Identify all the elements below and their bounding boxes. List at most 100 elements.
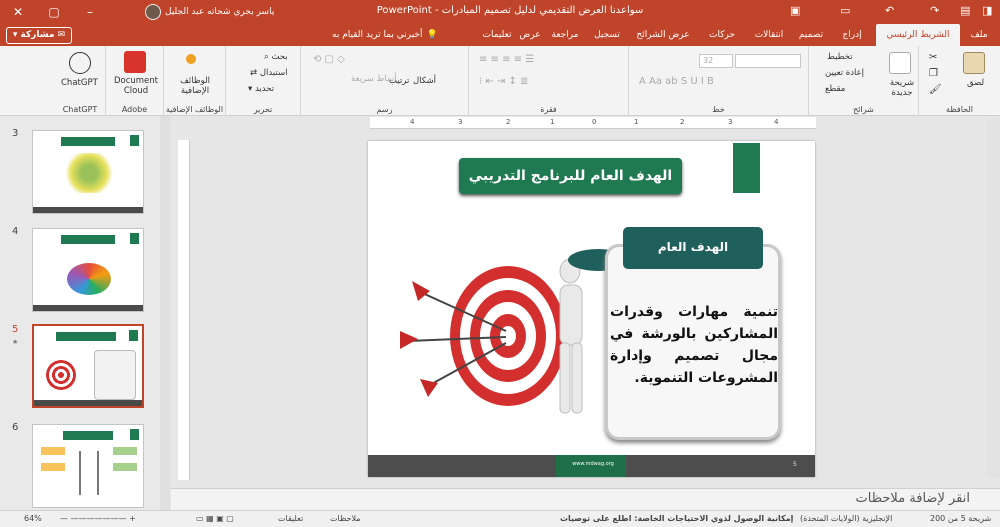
tab-slideshow[interactable]: عرض الشرائح: [628, 24, 698, 46]
tell-me-label: أخبرني بما تريد القيام به: [332, 30, 423, 40]
paragraph-align-icons[interactable]: ≡ ≡ ≡ ≡ ☰: [479, 54, 534, 65]
group-paragraph: ≡ ≡ ≡ ≡ ☰ ⁝ ⇤ ⇥ ↕ ≣ فقرة: [468, 46, 628, 116]
start-slideshow-icon[interactable]: ▣: [790, 4, 800, 17]
accessibility-status[interactable]: إمكانية الوصول لذوي الاحتياجات الخاصة: ا…: [560, 514, 793, 523]
slide-footer: www.mdwag.org 5: [368, 455, 815, 477]
open-folder-icon[interactable]: ▭: [840, 4, 850, 17]
ruler-tick: 2: [506, 118, 511, 126]
font-name-box[interactable]: [735, 54, 801, 68]
notes-pane[interactable]: انقر لإضافة ملاحظات: [171, 488, 1000, 510]
close-icon[interactable]: ✕: [0, 0, 36, 24]
tab-file[interactable]: ملف: [962, 24, 996, 46]
ruler-tick: 3: [728, 118, 733, 126]
current-slide[interactable]: الهدف العام للبرنامج التدريبي الهدف العا…: [368, 141, 815, 477]
slide-thumbnail-pane[interactable]: 3 4 5 ★ 6: [0, 116, 170, 510]
minimize-icon[interactable]: –: [72, 0, 108, 24]
redo-icon[interactable]: ↷: [930, 4, 939, 17]
maximize-icon[interactable]: ▢: [36, 0, 72, 24]
notes-button[interactable]: ملاحظات: [330, 514, 361, 523]
thumb-title-bar: [56, 332, 116, 341]
vertical-ruler: [178, 140, 190, 480]
tab-design[interactable]: تصميم: [792, 24, 830, 46]
paste-button[interactable]: لصق: [967, 78, 984, 88]
arrange-button[interactable]: ترتيب: [389, 76, 409, 86]
format-painter-icon[interactable]: 🖌: [929, 84, 942, 95]
thumb-number: 5: [12, 324, 19, 335]
new-slide-button[interactable]: شريحة جديدة: [885, 78, 919, 98]
thumb-number: 3: [12, 128, 19, 139]
copy-icon[interactable]: ❐: [929, 68, 938, 79]
thumbnail-scrollbar[interactable]: [160, 116, 170, 510]
group-label-slides: شرائح: [853, 105, 874, 114]
puzzle-body-text[interactable]: تنمية مهارات وقدرات المشاركين بالورشة في…: [610, 301, 778, 389]
editor-scrollbar[interactable]: [987, 118, 1000, 478]
shape-effects-icon[interactable]: ⟲ ▢ ◇: [313, 54, 345, 65]
language-status[interactable]: الإنجليزية (الولايات المتحدة): [800, 514, 892, 523]
group-font: 32 A Aa ab S U I B خط: [628, 46, 808, 116]
zoom-slider[interactable]: — ——————— +: [60, 514, 136, 523]
ribbon-tabs: ▾ مشاركة ✉ أخبرني بما تريد القيام به 💡 ت…: [0, 24, 1000, 46]
tab-review[interactable]: مراجعة: [544, 24, 586, 46]
thumb-arrows-image: [67, 263, 111, 295]
slide-title[interactable]: الهدف العام للبرنامج التدريبي: [459, 158, 682, 194]
tab-record[interactable]: تسجيل: [586, 24, 628, 46]
tab-view[interactable]: عرض: [516, 24, 544, 46]
thumb-title-bar: [61, 235, 115, 244]
user-account[interactable]: ياسر بحري شحاته عبد الجليل: [145, 4, 274, 20]
save-icon[interactable]: ▤: [960, 4, 970, 17]
tab-home[interactable]: الشريط الرئيسي: [876, 24, 960, 46]
tab-animations[interactable]: حركات: [698, 24, 746, 46]
font-format-icons[interactable]: A Aa ab S U I B: [639, 76, 714, 87]
select-button[interactable]: ▾ تحديد: [248, 84, 274, 94]
dart-target: [450, 266, 566, 406]
tell-me-search[interactable]: أخبرني بما تريد القيام به 💡: [332, 24, 438, 46]
font-size-box[interactable]: 32: [699, 54, 733, 68]
paste-icon: [963, 52, 985, 74]
footer-page-number: 5: [793, 461, 797, 468]
puzzle-heading[interactable]: الهدف العام: [623, 227, 763, 269]
user-name: ياسر بحري شحاته عبد الجليل: [165, 7, 275, 17]
chatgpt-button[interactable]: ChatGPT: [61, 78, 98, 88]
notes-placeholder: انقر لإضافة ملاحظات: [855, 491, 970, 506]
tab-help[interactable]: تعليمات: [478, 24, 516, 46]
paragraph-list-icons[interactable]: ⁝ ⇤ ⇥ ↕ ≣: [479, 76, 528, 87]
view-buttons[interactable]: ▭ ▦ ▣ ▢: [196, 514, 234, 523]
autosave-icon[interactable]: ◨: [982, 4, 992, 17]
chatgpt-icon: [69, 52, 91, 74]
shapes-button[interactable]: أشكال: [413, 76, 436, 86]
section-button[interactable]: مقطع: [825, 84, 845, 94]
reset-button[interactable]: إعادة تعيين: [825, 68, 864, 78]
layout-button[interactable]: تخطيط: [827, 52, 852, 62]
share-button[interactable]: ▾ مشاركة ✉: [6, 27, 72, 44]
document-cloud-button[interactable]: Document Cloud: [112, 76, 160, 96]
ruler-tick: 4: [410, 118, 415, 126]
thumbnail-slide-3[interactable]: [32, 130, 144, 214]
thumb-box: [41, 463, 65, 471]
group-adobe: Document Cloud Adobe: [105, 46, 163, 116]
ruler-tick: 3: [458, 118, 463, 126]
cut-icon[interactable]: ✂: [929, 52, 937, 63]
thumb-box: [113, 447, 137, 455]
undo-icon[interactable]: ↶: [885, 4, 894, 17]
zoom-level[interactable]: 64%: [24, 514, 42, 523]
tab-insert[interactable]: إدراج: [830, 24, 874, 46]
group-addins: الوظائف الإضافية الوظائف الإضافية: [163, 46, 225, 116]
group-label-font: خط: [712, 105, 725, 114]
comments-button[interactable]: تعليقات: [278, 514, 303, 523]
tab-transitions[interactable]: انتقالات: [746, 24, 792, 46]
thumb-footer: [33, 207, 143, 213]
mannequin-figure: [559, 258, 583, 414]
ruler-tick: 0: [592, 118, 597, 126]
thumbnail-slide-4[interactable]: [32, 228, 144, 312]
target-illustration[interactable]: [388, 251, 588, 421]
thumbnail-slide-5[interactable]: [32, 324, 144, 408]
thumb-number: 4: [12, 226, 19, 237]
find-button[interactable]: ⌕ بحث: [264, 52, 288, 62]
replace-button[interactable]: ⇄ استبدال: [250, 68, 287, 78]
addins-button[interactable]: الوظائف الإضافية: [170, 76, 220, 96]
group-drawing: ⟲ ▢ ◇ أنماط سريعة ترتيب أشكال رسم: [300, 46, 468, 116]
thumbnail-slide-6[interactable]: [32, 424, 144, 508]
status-bar: 64% — ——————— + ▭ ▦ ▣ ▢ تعليقات ملاحظات …: [0, 510, 1000, 527]
group-label-editing: تحرير: [253, 105, 273, 114]
new-slide-icon: [889, 52, 911, 74]
